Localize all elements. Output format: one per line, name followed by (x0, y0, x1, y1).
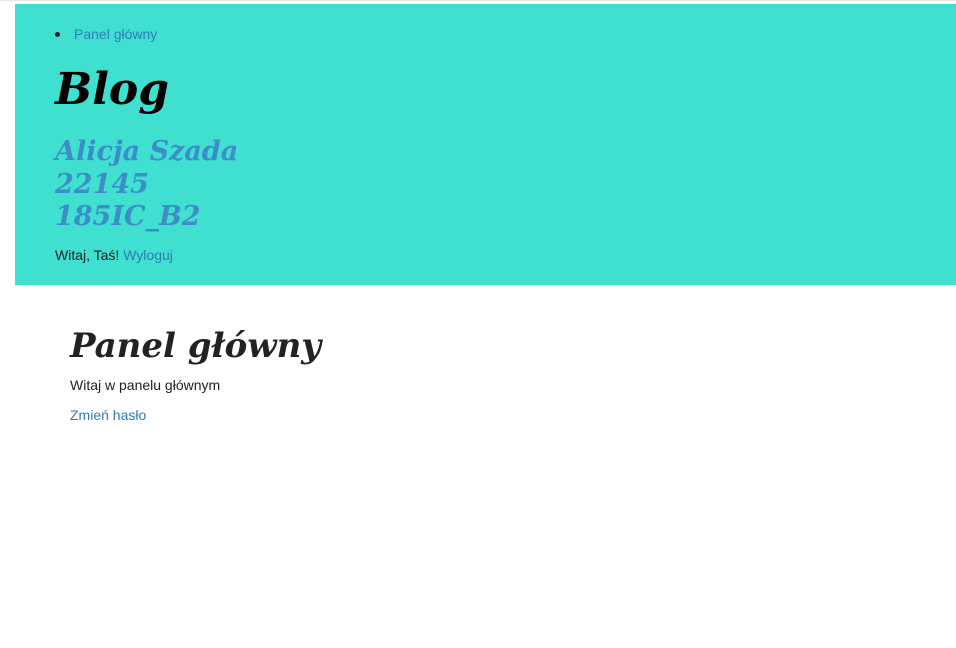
author-group: 185IC_B2 (55, 201, 201, 232)
page-title: Panel główny (70, 326, 322, 366)
change-password-link[interactable]: Zmień hasło (70, 406, 321, 424)
author-id: 22145 (55, 168, 149, 200)
site-header: Panel główny Blog Alicja Szada 22145 185… (15, 4, 956, 285)
welcome-text: Witaj w panelu głównym (70, 377, 221, 393)
logout-link[interactable]: Wyloguj (123, 247, 173, 263)
blog-title: Blog (55, 64, 170, 115)
nav-item: Panel główny (55, 26, 157, 42)
nav-link-dashboard[interactable]: Panel główny (74, 26, 157, 42)
main-content: Panel główny Witaj w panelu głównym Zmie… (70, 322, 321, 424)
author-name: Alicja Szada (55, 136, 239, 167)
greeting-text: Witaj, Taś! (55, 247, 124, 263)
main-nav: Panel główny (55, 26, 157, 42)
user-greeting: Witaj, Taś! Wyloguj (55, 246, 173, 264)
author-info: Alicja Szada 22145 185IC_B2 (55, 136, 238, 234)
